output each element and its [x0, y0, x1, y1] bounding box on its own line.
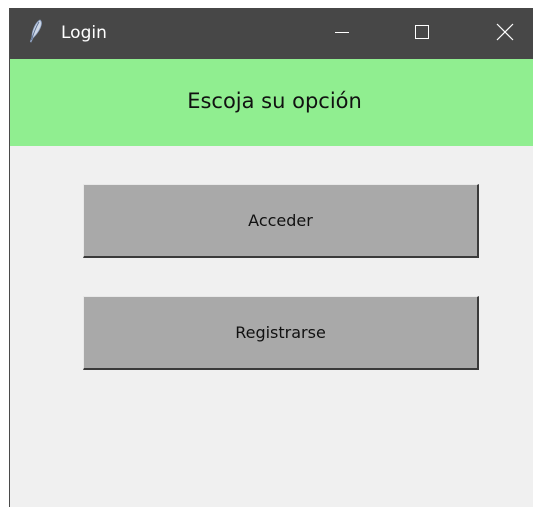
- registrarse-button[interactable]: Registrarse: [83, 296, 479, 370]
- header-banner: Escoja su opción: [10, 59, 533, 146]
- registrarse-button-label: Registrarse: [235, 323, 326, 342]
- feather-icon: [27, 19, 45, 45]
- login-window: Login Escoja su opción Acceder Registrar…: [9, 8, 533, 507]
- header-title: Escoja su opción: [187, 88, 362, 113]
- maximize-button[interactable]: [394, 8, 450, 59]
- title-bar[interactable]: Login: [10, 8, 533, 59]
- acceder-button[interactable]: Acceder: [83, 184, 479, 258]
- maximize-icon: [414, 24, 430, 44]
- close-button[interactable]: [477, 8, 533, 59]
- minimize-button[interactable]: [314, 8, 370, 59]
- acceder-button-label: Acceder: [248, 211, 313, 230]
- minimize-icon: [334, 24, 350, 44]
- window-title: Login: [61, 23, 107, 43]
- close-icon: [496, 23, 514, 45]
